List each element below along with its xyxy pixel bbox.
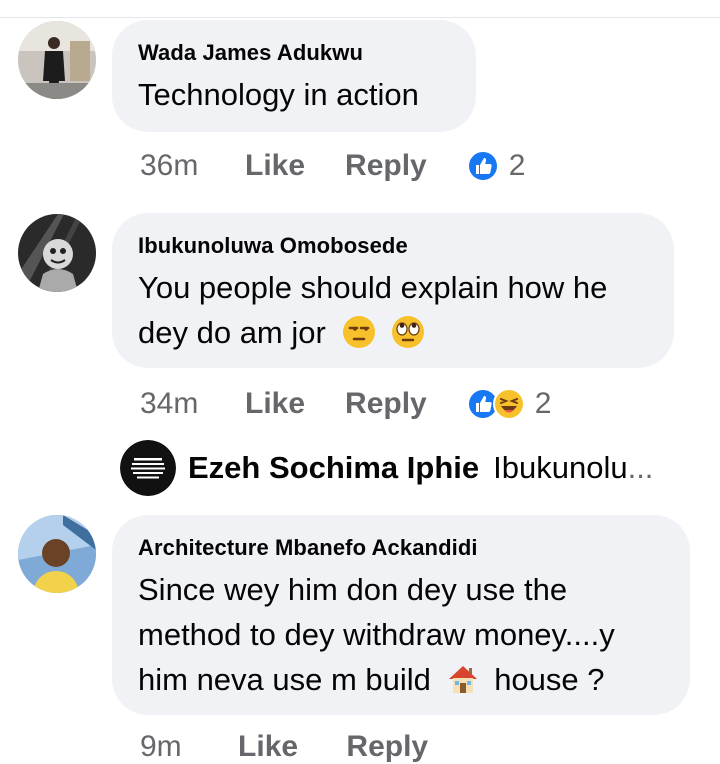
like-button[interactable]: Like [245,149,305,183]
comment-text-part: him neva use m build [138,662,431,697]
like-button[interactable]: Like [245,387,305,421]
reaction-count: 2 [534,387,552,420]
comment-bubble: Architecture Mbanefo Ackandidi Since wey… [112,515,690,715]
avatar[interactable] [18,21,96,99]
top-divider [0,17,720,18]
reply-button[interactable]: Reply [345,387,427,421]
comment-bubble: Wada James Adukwu Technology in action [112,20,476,132]
reaction-summary[interactable]: 2 [466,149,526,183]
reply-ellipsis: ... [627,450,654,485]
comment-actions: 34m Like Reply 2 [140,384,551,424]
unamused-face-emoji [342,315,376,349]
comment-time[interactable]: 9m [140,730,182,763]
comment-text: You people should explain how he dey do … [138,265,646,355]
comment-text-part: dey do am jor [138,315,326,350]
comment-text-line: him neva use m build house ? [138,657,662,702]
avatar-photo [18,214,96,292]
comment-text-line: Since wey him don dey use the [138,572,568,607]
comment-actions: 36m Like Reply 2 [140,146,525,186]
avatar[interactable] [18,214,96,292]
rolling-eyes-emoji [391,315,425,349]
reaction-count: 2 [508,149,526,182]
reply-preview[interactable]: Ezeh Sochima Iphie Ibukunolu ... [120,440,680,496]
like-button[interactable]: Like [238,730,298,763]
like-reaction-icon [466,150,499,182]
comment-author[interactable]: Architecture Mbanefo Ackandidi [138,535,662,561]
reply-author[interactable]: Ezeh Sochima Iphie [188,450,479,486]
reply-button[interactable]: Reply [345,149,427,183]
comment-time[interactable]: 34m [140,387,245,421]
comment-text-line: You people should explain how he [138,270,608,305]
comment-text: Technology in action [138,77,419,112]
comment-text: Since wey him don dey use the method to … [138,567,662,702]
comment-time[interactable]: 36m [140,149,245,183]
avatar-photo [18,515,96,593]
avatar[interactable] [18,515,96,593]
comment-bubble: Ibukunoluwa Omobosede You people should … [112,213,674,368]
reply-avatar-image [120,440,176,496]
reply-text: Ibukunolu [493,450,628,485]
comment-author[interactable]: Ibukunoluwa Omobosede [138,233,646,259]
comment-text-line: method to dey withdraw money....y [138,617,615,652]
house-emoji [446,662,480,696]
comment-text-line: dey do am jor [138,310,646,355]
reply-button[interactable]: Reply [346,730,428,763]
comment-author[interactable]: Wada James Adukwu [138,40,448,66]
reaction-summary[interactable]: 2 [466,387,552,421]
comment-actions-partial: 9m Like Reply [140,730,428,764]
comment-text-part: house ? [494,662,605,697]
haha-reaction-icon [492,388,525,420]
reply-avatar[interactable] [120,440,176,496]
avatar-photo [18,21,96,99]
